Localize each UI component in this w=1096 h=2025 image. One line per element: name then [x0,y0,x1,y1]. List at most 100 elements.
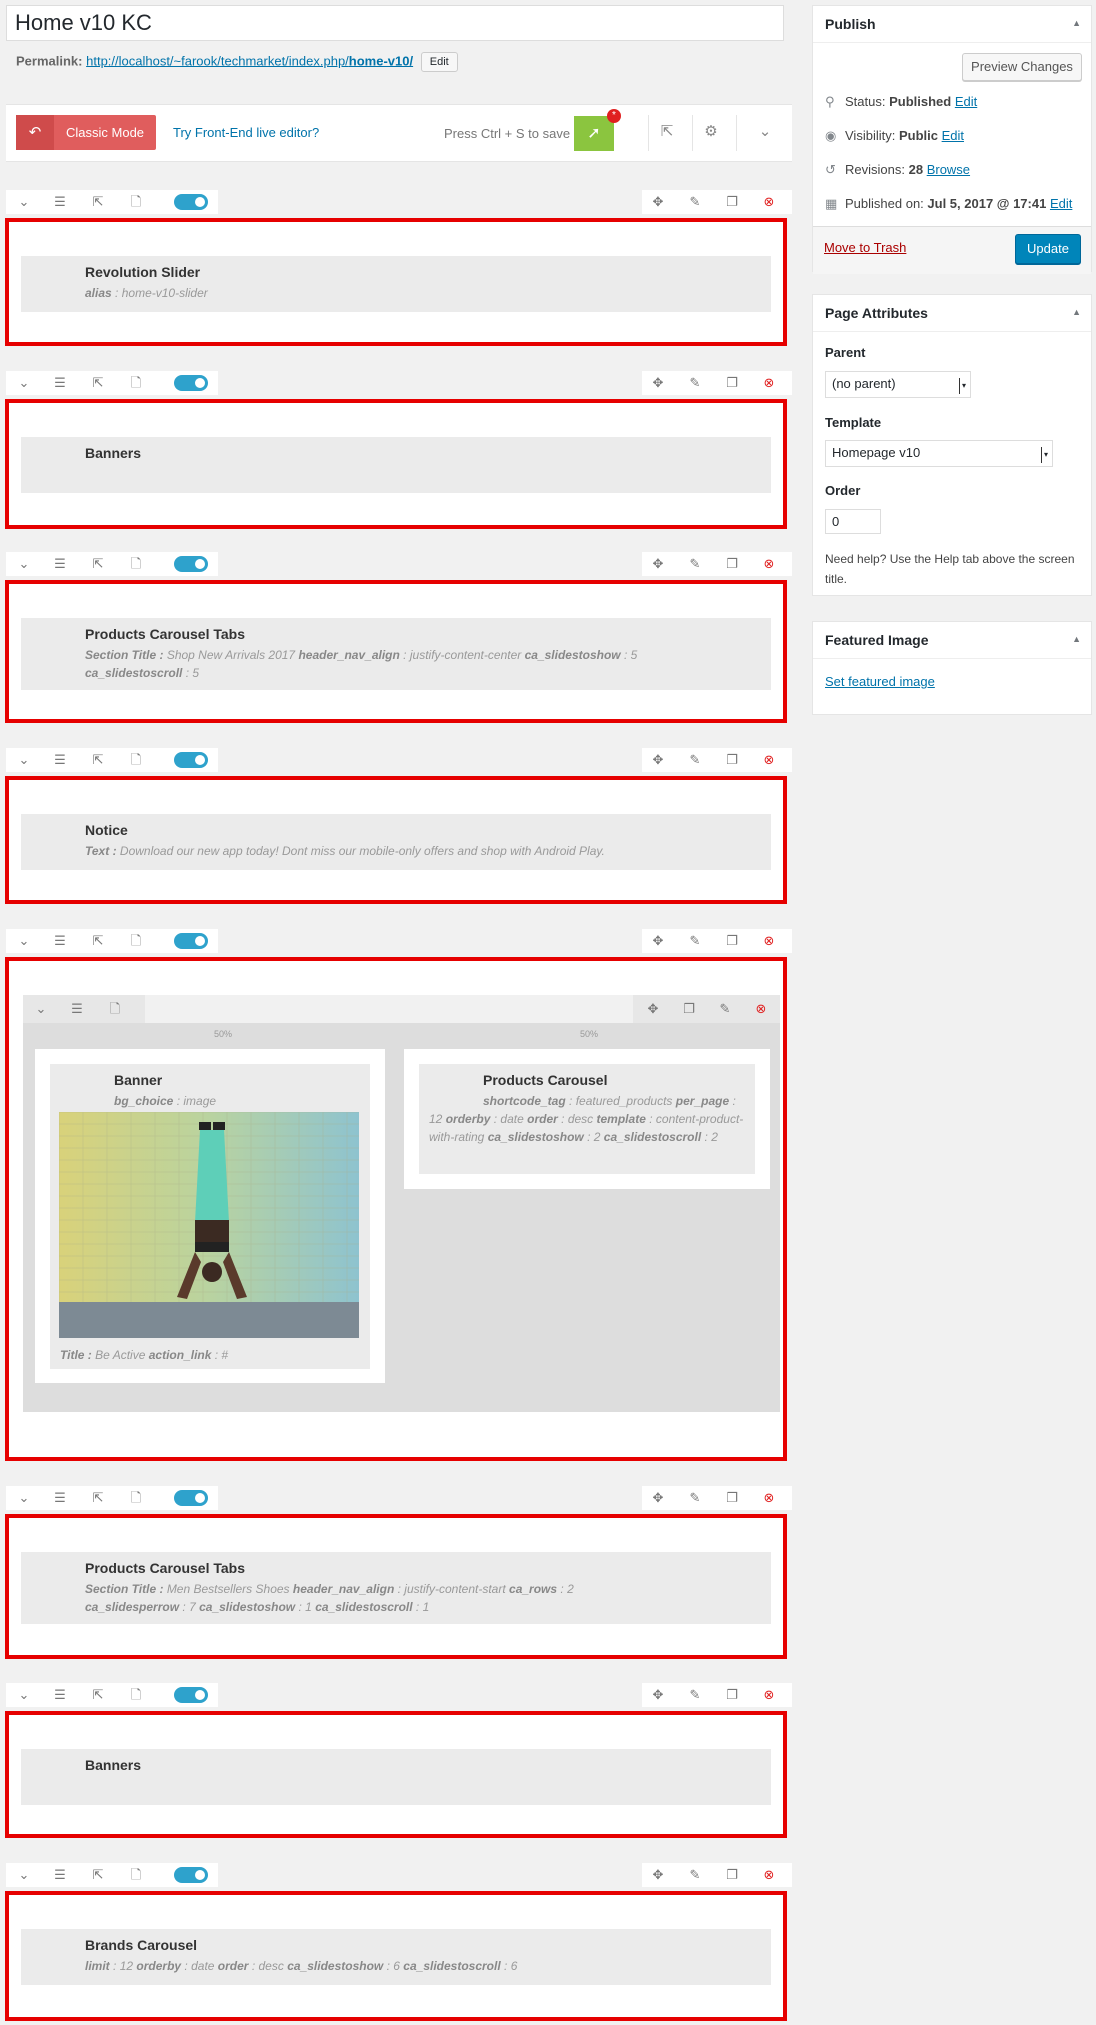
chevron-down-icon[interactable]: ⌄ [14,554,34,574]
row-toggle[interactable] [174,1490,208,1506]
edit-icon[interactable]: ✎ [715,999,735,1019]
list-icon[interactable]: ☰ [50,192,70,212]
template-select[interactable]: Homepage v10 ▾ [825,440,1053,467]
row-toggle[interactable] [174,375,208,391]
settings-icon[interactable]: ⚙ [700,121,722,143]
chevron-down-icon[interactable]: ⌄ [14,931,34,951]
list-icon[interactable]: ☰ [50,1685,70,1705]
delete-icon[interactable]: ⊗ [759,1865,779,1885]
export-icon[interactable]: ⇱ [88,373,108,393]
element-banners[interactable]: Banners [5,399,787,529]
collapse-triangle-icon[interactable]: ▲ [1072,634,1081,644]
export-icon[interactable]: ⇱ [88,1865,108,1885]
copy-icon[interactable]: ❐ [722,931,742,951]
edit-icon[interactable]: ✎ [685,1865,705,1885]
element-brands-carousel[interactable]: Brands Carousel limit : 12 orderby : dat… [5,1891,787,2021]
delete-icon[interactable]: ⊗ [759,1685,779,1705]
element-products-carousel[interactable]: Products Carousel shortcode_tag : featur… [419,1064,755,1174]
export-icon[interactable]: ⇱ [88,1488,108,1508]
row-toggle[interactable] [174,752,208,768]
copy-icon[interactable]: ❐ [679,999,699,1019]
edit-icon[interactable]: ✎ [685,554,705,574]
copy-icon[interactable]: ❐ [722,1685,742,1705]
move-icon[interactable]: ✥ [648,192,668,212]
chevron-down-icon[interactable]: ⌄ [14,373,34,393]
row-toggle[interactable] [174,1867,208,1883]
delete-icon[interactable]: ⊗ [759,554,779,574]
add-element-icon[interactable]: 🗋 [126,750,146,770]
move-icon[interactable]: ✥ [648,750,668,770]
add-element-icon[interactable]: 🗋 [126,373,146,393]
element-banners[interactable]: Banners [5,1711,787,1838]
browse-revisions-link[interactable]: Browse [927,162,970,177]
export-icon[interactable]: ⇱ [88,192,108,212]
move-icon[interactable]: ✥ [648,1685,668,1705]
update-button[interactable]: Update [1015,234,1081,264]
post-title-input[interactable]: Home v10 KC [6,5,784,41]
list-icon[interactable]: ☰ [50,554,70,574]
row-toggle[interactable] [174,194,208,210]
element-products-carousel-tabs[interactable]: Products Carousel Tabs Section Title : S… [5,580,787,723]
row-toggle[interactable] [174,556,208,572]
delete-icon[interactable]: ⊗ [759,1488,779,1508]
element-notice[interactable]: Notice Text : Download our new app today… [5,776,787,904]
edit-icon[interactable]: ✎ [685,1488,705,1508]
add-element-icon[interactable]: 🗋 [105,999,125,1019]
status-edit-link[interactable]: Edit [955,94,977,109]
list-icon[interactable]: ☰ [50,931,70,951]
delete-icon[interactable]: ⊗ [759,931,779,951]
copy-icon[interactable]: ❐ [722,1488,742,1508]
element-banner[interactable]: Banner bg_choice : image Title: Be Acti… [50,1064,370,1369]
share-icon[interactable]: ⇱ [656,121,678,143]
save-button[interactable]: ➚ [574,116,614,151]
export-icon[interactable]: ⇱ [88,750,108,770]
copy-icon[interactable]: ❐ [722,750,742,770]
edit-icon[interactable]: ✎ [685,750,705,770]
delete-icon[interactable]: ⊗ [759,373,779,393]
chevron-down-icon[interactable]: ⌄ [14,192,34,212]
order-input[interactable]: 0 [825,509,881,534]
add-element-icon[interactable]: 🗋 [126,554,146,574]
date-edit-link[interactable]: Edit [1050,196,1072,211]
export-icon[interactable]: ⇱ [88,1685,108,1705]
edit-icon[interactable]: ✎ [685,1685,705,1705]
list-icon[interactable]: ☰ [50,1865,70,1885]
add-element-icon[interactable]: 🗋 [126,1488,146,1508]
add-element-icon[interactable]: 🗋 [126,1685,146,1705]
chevron-down-icon[interactable]: ⌄ [14,1685,34,1705]
element-products-carousel-tabs[interactable]: Products Carousel Tabs Section Title : M… [5,1514,787,1659]
chevron-down-icon[interactable]: ⌄ [14,750,34,770]
set-featured-image-link[interactable]: Set featured image [825,674,935,689]
copy-icon[interactable]: ❐ [722,1865,742,1885]
preview-changes-button[interactable]: Preview Changes [962,53,1082,81]
chevron-down-icon[interactable]: ⌄ [14,1488,34,1508]
copy-icon[interactable]: ❐ [722,554,742,574]
list-icon[interactable]: ☰ [50,1488,70,1508]
add-element-icon[interactable]: 🗋 [126,931,146,951]
export-icon[interactable]: ⇱ [88,554,108,574]
move-icon[interactable]: ✥ [648,554,668,574]
move-icon[interactable]: ✥ [648,1865,668,1885]
chevron-down-icon[interactable]: ⌄ [31,999,51,1019]
chevron-down-icon[interactable]: ⌄ [14,1865,34,1885]
collapse-triangle-icon[interactable]: ▲ [1072,307,1081,317]
row-toggle[interactable] [174,933,208,949]
delete-icon[interactable]: ⊗ [759,192,779,212]
delete-icon[interactable]: ⊗ [751,999,771,1019]
element-nested-row[interactable]: ⌄ ☰ 🗋 ✥ ❐ ✎ ⊗ 50% 50% Banner bg_choice :… [5,957,787,1461]
add-element-icon[interactable]: 🗋 [126,1865,146,1885]
edit-icon[interactable]: ✎ [685,192,705,212]
visibility-edit-link[interactable]: Edit [942,128,964,143]
classic-mode-button[interactable]: ↶ Classic Mode [16,115,156,150]
move-icon[interactable]: ✥ [643,999,663,1019]
edit-icon[interactable]: ✎ [685,931,705,951]
move-to-trash-link[interactable]: Move to Trash [824,240,906,255]
move-icon[interactable]: ✥ [648,373,668,393]
parent-select[interactable]: (no parent) ▾ [825,371,971,398]
edit-icon[interactable]: ✎ [685,373,705,393]
copy-icon[interactable]: ❐ [722,373,742,393]
delete-icon[interactable]: ⊗ [759,750,779,770]
export-icon[interactable]: ⇱ [88,931,108,951]
element-revolution-slider[interactable]: Revolution Slider alias : home-v10-slide… [5,218,787,346]
move-icon[interactable]: ✥ [648,931,668,951]
